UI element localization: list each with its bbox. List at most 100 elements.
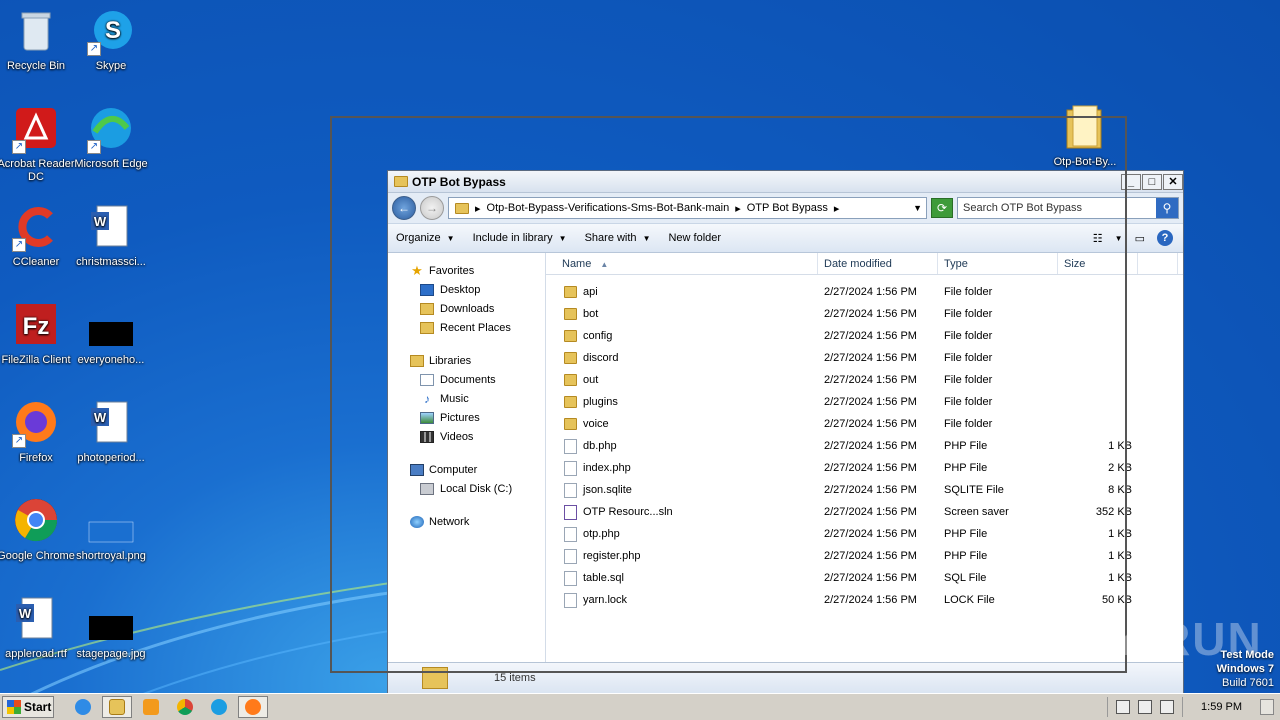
file-row[interactable]: out 2/27/2024 1:56 PM File folder bbox=[546, 369, 1183, 391]
taskbar-chrome[interactable] bbox=[170, 696, 200, 718]
nav-recent-places[interactable]: Recent Places bbox=[388, 318, 545, 337]
breadcrumb-item[interactable]: OTP Bot Bypass bbox=[747, 202, 828, 214]
show-desktop-button[interactable] bbox=[1260, 699, 1274, 715]
nav-label: Local Disk (C:) bbox=[440, 482, 513, 495]
include-in-library-menu[interactable]: Include in library ▼ bbox=[473, 232, 567, 244]
file-row[interactable]: table.sql 2/27/2024 1:56 PM SQL File 1 KB bbox=[546, 567, 1183, 589]
breadcrumb-item[interactable]: Otp-Bot-Bypass-Verifications-Sms-Bot-Ban… bbox=[487, 202, 730, 214]
column-header-date[interactable]: Date modified bbox=[818, 253, 938, 274]
file-name-cell: register.php bbox=[546, 548, 818, 564]
column-header-name[interactable]: Name ▲ bbox=[546, 253, 818, 274]
help-icon[interactable]: ? bbox=[1157, 230, 1173, 246]
file-row[interactable]: otp.php 2/27/2024 1:56 PM PHP File 1 KB bbox=[546, 523, 1183, 545]
clock[interactable]: 1:59 PM bbox=[1191, 701, 1252, 713]
desktop-icon-acrobat[interactable]: ↗ Acrobat Reader DC bbox=[0, 106, 75, 184]
back-button[interactable]: ← bbox=[392, 196, 416, 220]
action-center-flag-icon[interactable] bbox=[1160, 700, 1175, 714]
file-row[interactable]: config 2/27/2024 1:56 PM File folder bbox=[546, 325, 1183, 347]
desktop-icon-skype[interactable]: S ↗ Skype bbox=[72, 8, 150, 73]
acrobat-icon: ↗ bbox=[12, 106, 60, 154]
folder-icon bbox=[564, 374, 577, 386]
file-name: register.php bbox=[583, 550, 641, 562]
desktop-icon-edge[interactable]: ↗ Microsoft Edge bbox=[72, 106, 150, 171]
nav-music[interactable]: ♪ Music bbox=[388, 389, 545, 408]
folder-icon bbox=[564, 418, 577, 430]
file-row[interactable]: json.sqlite 2/27/2024 1:56 PM SQLITE File 8… bbox=[546, 479, 1183, 501]
file-row[interactable]: index.php 2/27/2024 1:56 PM PHP File 2 KB bbox=[546, 457, 1183, 479]
desktop-icon-filezilla[interactable]: Fz FileZilla Client bbox=[0, 302, 75, 367]
nav-computer[interactable]: Computer bbox=[388, 460, 545, 479]
desktop-icon-shortroyal[interactable]: shortroyal.png bbox=[72, 498, 150, 563]
nav-libraries[interactable]: Libraries bbox=[388, 351, 545, 370]
desktop-icon-photoperiod[interactable]: W photoperiod... bbox=[72, 400, 150, 465]
chevron-down-icon[interactable]: ▼ bbox=[1115, 234, 1123, 243]
file-name: out bbox=[583, 374, 599, 386]
address-bar[interactable]: ▸ Otp-Bot-Bypass-Verifications-Sms-Bot-B… bbox=[448, 197, 927, 219]
file-name: api bbox=[583, 286, 598, 298]
taskbar-explorer[interactable] bbox=[102, 696, 132, 718]
nav-local-disk[interactable]: Local Disk (C:) bbox=[388, 479, 545, 498]
file-row[interactable]: db.php 2/27/2024 1:56 PM PHP File 1 KB bbox=[546, 435, 1183, 457]
column-header-type[interactable]: Type bbox=[938, 253, 1058, 274]
nav-network[interactable]: Network bbox=[388, 512, 545, 531]
file-row[interactable]: yarn.lock 2/27/2024 1:56 PM LOCK File 50 KB bbox=[546, 589, 1183, 611]
preview-pane-icon[interactable]: ▭ bbox=[1135, 232, 1145, 245]
file-icon bbox=[564, 526, 577, 542]
blank-image-icon bbox=[87, 498, 135, 546]
search-icon[interactable]: ⚲ bbox=[1156, 198, 1178, 218]
file-name-cell: yarn.lock bbox=[546, 592, 818, 608]
nav-documents[interactable]: Documents bbox=[388, 370, 545, 389]
title-bar[interactable]: OTP Bot Bypass _ □ ✕ bbox=[388, 171, 1183, 193]
search-input[interactable]: Search OTP Bot Bypass ⚲ bbox=[957, 197, 1179, 219]
taskbar-firefox[interactable] bbox=[238, 696, 268, 718]
new-folder-button[interactable]: New folder bbox=[668, 232, 721, 244]
file-type: File folder bbox=[944, 352, 993, 364]
desktop-icon-otp-folder[interactable]: Otp-Bot-By... bbox=[1046, 104, 1124, 169]
volume-icon[interactable] bbox=[1116, 700, 1131, 714]
file-date: 2/27/2024 1:56 PM bbox=[824, 506, 917, 518]
nav-downloads[interactable]: Downloads bbox=[388, 299, 545, 318]
desktop-icon-chrome[interactable]: Google Chrome bbox=[0, 498, 75, 563]
share-with-menu[interactable]: Share with ▼ bbox=[585, 232, 651, 244]
file-row[interactable]: api 2/27/2024 1:56 PM File folder bbox=[546, 281, 1183, 303]
desktop-icon-christmassci[interactable]: W christmassci... bbox=[72, 204, 150, 269]
file-row[interactable]: bot 2/27/2024 1:56 PM File folder bbox=[546, 303, 1183, 325]
column-header-size[interactable]: Size bbox=[1058, 253, 1138, 274]
file-row[interactable]: OTP Resourc...sln 2/27/2024 1:56 PM Screen… bbox=[546, 501, 1183, 523]
view-options-icon[interactable]: ☷ bbox=[1093, 232, 1103, 245]
file-row[interactable]: discord 2/27/2024 1:56 PM File folder bbox=[546, 347, 1183, 369]
nav-pictures[interactable]: Pictures bbox=[388, 408, 545, 427]
desktop-icon-ccleaner[interactable]: ↗ CCleaner bbox=[0, 204, 75, 269]
close-button[interactable]: ✕ bbox=[1163, 173, 1183, 190]
start-button[interactable]: Start bbox=[2, 696, 54, 718]
file-row[interactable]: register.php 2/27/2024 1:56 PM PHP File 1 K… bbox=[546, 545, 1183, 567]
chevron-down-icon[interactable]: ▼ bbox=[913, 203, 926, 213]
minimize-button[interactable]: _ bbox=[1121, 173, 1141, 190]
taskbar-media-player[interactable] bbox=[136, 696, 166, 718]
desktop-icon-appleroad[interactable]: W appleroad.rtf bbox=[0, 596, 75, 661]
organize-menu[interactable]: Organize ▼ bbox=[396, 232, 455, 244]
file-name: OTP Resourc...sln bbox=[583, 506, 673, 518]
pictures-icon bbox=[420, 411, 434, 424]
desktop-icon-stagepage[interactable]: stagepage.jpg bbox=[72, 596, 150, 661]
nav-label: Recent Places bbox=[440, 321, 511, 334]
refresh-button[interactable]: ⟳ bbox=[931, 198, 953, 218]
file-row[interactable]: plugins 2/27/2024 1:56 PM File folder bbox=[546, 391, 1183, 413]
filezilla-icon: Fz bbox=[12, 302, 60, 350]
nav-desktop[interactable]: Desktop bbox=[388, 280, 545, 299]
desktop-icon-recycle-bin[interactable]: Recycle Bin bbox=[0, 8, 75, 73]
file-date: 2/27/2024 1:56 PM bbox=[824, 550, 917, 562]
nav-favorites[interactable]: ★ Favorites bbox=[388, 261, 545, 280]
desktop-icon-everyoneho[interactable]: everyoneho... bbox=[72, 302, 150, 367]
taskbar-ie[interactable] bbox=[68, 696, 98, 718]
network-tray-icon[interactable] bbox=[1138, 700, 1153, 714]
file-name-cell: otp.php bbox=[546, 526, 818, 542]
desktop-icon-firefox[interactable]: ↗ Firefox bbox=[0, 400, 75, 465]
maximize-button[interactable]: □ bbox=[1142, 173, 1162, 190]
taskbar-edge[interactable] bbox=[204, 696, 234, 718]
nav-label: Libraries bbox=[429, 354, 472, 367]
documents-icon bbox=[420, 373, 434, 386]
forward-button[interactable]: → bbox=[420, 196, 444, 220]
file-row[interactable]: voice 2/27/2024 1:56 PM File folder bbox=[546, 413, 1183, 435]
nav-videos[interactable]: Videos bbox=[388, 427, 545, 446]
